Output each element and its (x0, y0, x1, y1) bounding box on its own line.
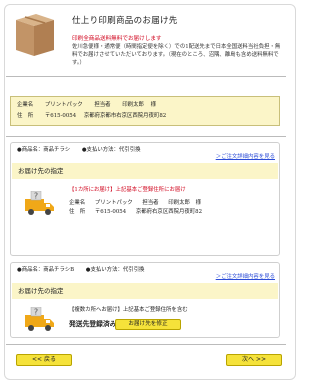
delivery-section-title: お届け先の指定 (18, 287, 64, 295)
person-value: 印刷太郎 (168, 200, 190, 206)
delivery-address-row: 住 所 〒615-0054 京都府右京区西院月夜町82 (69, 209, 210, 216)
delivery-section-header: お届け先の指定 (12, 163, 278, 179)
edit-destination-button[interactable]: お届け先を修正 (115, 319, 181, 330)
order-item-card: ●商品名：商品チラシ ●支払い方法：代引引換 ＞ご注文詳細内容を見る お届け先の… (10, 142, 280, 256)
payment-method: ●支払い方法：代引引換 (81, 147, 141, 153)
cardboard-box-icon (16, 14, 54, 56)
address-value: 京都府京都市右京区西院月夜町82 (83, 113, 167, 119)
shipping-description: 佐川急便様・通常便（時間指定便を除く）での1配送先まで日本全国送料当社負担・無料… (72, 44, 281, 66)
delivery-section-header: お届け先の指定 (12, 283, 278, 299)
destination-note: 【1カ所にお届け】上記基本ご登録住所にお届け (69, 187, 186, 193)
registered-status: 発送先登録済み (69, 320, 117, 328)
free-shipping-notice: 印刷全商品送料無料でお届けします (72, 36, 162, 42)
postal-code: 〒615-0054 (44, 113, 77, 119)
company-value: プリントパック (44, 102, 83, 108)
page-title: 仕上り印刷商品のお届け先 (72, 16, 178, 26)
address-value: 京都府右京区西院月夜町82 (135, 209, 203, 215)
delivery-truck-icon: ? (25, 307, 54, 331)
company-label: 企業名 (69, 200, 86, 206)
order-detail-link[interactable]: ＞ご注文詳細内容を見る (216, 154, 275, 161)
person-label: 担当者 (94, 102, 111, 108)
product-name: ●商品名：商品チラシ (17, 147, 71, 153)
base-address-box: 企業名 プリントパック 担当者 印刷太郎 様 住 所 〒615-0054 京都府… (10, 96, 280, 126)
destination-note: 【複数カ所へお届け】上記基本ご登録住所を含む (69, 307, 188, 313)
page-header: 仕上り印刷商品のお届け先 印刷全商品送料無料でお届けします 佐川急便様・通常便（… (6, 6, 286, 68)
honorific: 様 (150, 102, 156, 108)
divider (6, 344, 286, 345)
postal-code: 〒615-0054 (94, 209, 127, 215)
person-label: 担当者 (142, 200, 159, 206)
order-item-summary: ●商品名：商品チラシ ●支払い方法：代引引換 (17, 147, 150, 154)
person-value: 印刷太郎 (122, 102, 144, 108)
honorific: 様 (195, 200, 201, 206)
order-item-summary: ●商品名：商品チラシB ●支払い方法：代引引換 (17, 267, 154, 274)
address-label: 住 所 (69, 209, 86, 215)
base-address-name-row: 企業名 プリントパック 担当者 印刷太郎 様 (17, 102, 166, 109)
address-label: 住 所 (17, 113, 34, 119)
company-label: 企業名 (17, 102, 34, 108)
divider (6, 76, 286, 77)
order-item-card: ●商品名：商品チラシB ●支払い方法：代引引換 ＞ご注文詳細内容を見る お届け先… (10, 262, 280, 338)
base-address-row: 住 所 〒615-0054 京都府京都市右京区西院月夜町82 (17, 113, 176, 120)
payment-method: ●支払い方法：代引引換 (85, 267, 145, 273)
delivery-section-title: お届け先の指定 (18, 167, 64, 175)
svg-text:?: ? (34, 308, 38, 317)
back-button[interactable]: << 戻る (16, 354, 72, 366)
product-name: ●商品名：商品チラシB (17, 267, 75, 273)
next-button[interactable]: 次へ >> (226, 354, 282, 366)
order-detail-link[interactable]: ＞ご注文詳細内容を見る (216, 274, 275, 281)
company-value: プリントパック (94, 200, 133, 206)
svg-text:?: ? (34, 192, 38, 201)
delivery-name-row: 企業名 プリントパック 担当者 印刷太郎 様 (69, 200, 209, 207)
divider (6, 136, 286, 137)
delivery-truck-icon: ? (25, 191, 54, 215)
